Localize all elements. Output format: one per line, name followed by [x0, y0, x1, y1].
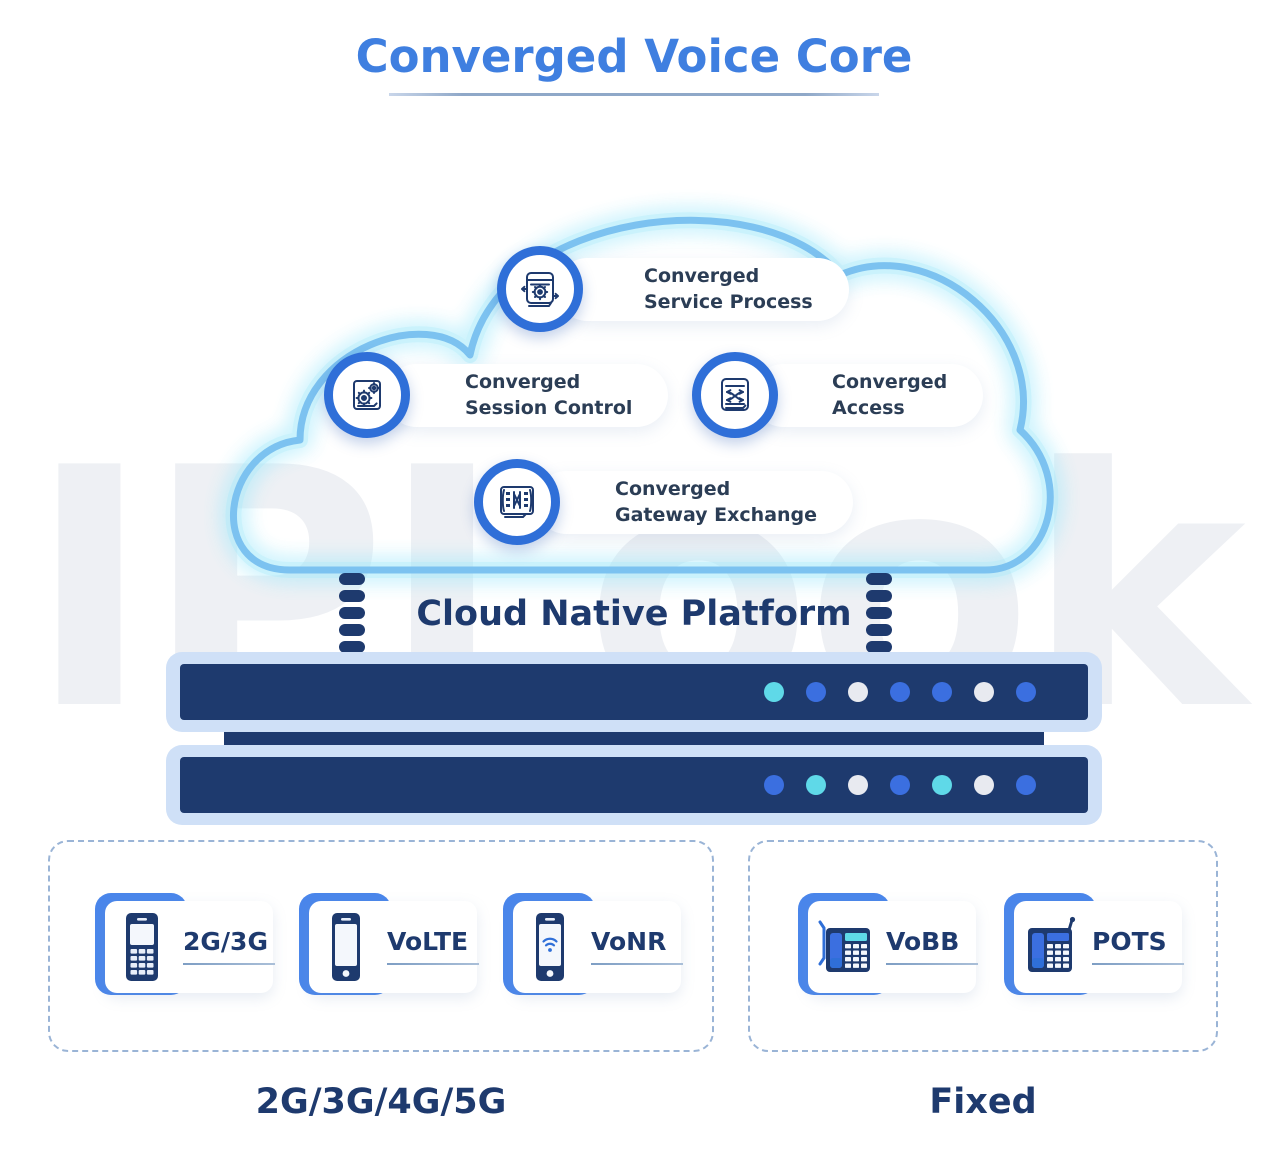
- label-line-2: Session Control: [465, 396, 633, 419]
- server-led: [932, 682, 952, 702]
- page-title: Converged Voice Core: [0, 30, 1268, 96]
- server-top-led-group: [764, 682, 1036, 702]
- cloud-item-converged-session-control[interactable]: Converged Session Control: [385, 364, 669, 427]
- server-rack-spacer: [224, 730, 1044, 746]
- cloud-item-gateway-exchange-label: Converged Gateway Exchange: [615, 477, 817, 528]
- cloud-item-converged-gateway-exchange[interactable]: Converged Gateway Exchange: [535, 471, 854, 534]
- label-line-1: Converged: [615, 478, 731, 501]
- connector-segment: [339, 573, 365, 585]
- server-rack-bottom: [166, 745, 1102, 825]
- server-led: [974, 775, 994, 795]
- diagram-canvas: IPLook Converged Voice Core Converged Se…: [0, 0, 1268, 1157]
- cloud-item-session-control-label: Converged Session Control: [465, 370, 632, 421]
- cloud-item-access-label: Converged Access: [832, 370, 947, 421]
- server-led: [806, 682, 826, 702]
- server-led: [848, 775, 868, 795]
- connector-segment: [866, 573, 892, 585]
- service-process-icon: [497, 246, 583, 332]
- server-led: [1016, 682, 1036, 702]
- server-led: [764, 775, 784, 795]
- page-title-text: Converged Voice Core: [355, 30, 913, 83]
- cloud-item-converged-access[interactable]: Converged Access: [752, 364, 984, 427]
- cloud-native-platform-label: Cloud Native Platform: [416, 594, 852, 634]
- session-control-icon: [324, 352, 410, 438]
- label-line-1: Converged: [832, 371, 948, 394]
- server-rack-top: [166, 652, 1102, 732]
- cloud-item-converged-service-process[interactable]: Converged Service Process: [556, 258, 849, 321]
- server-bottom-led-group: [764, 775, 1036, 795]
- cloud-item-service-process-label: Converged Service Process: [644, 264, 813, 315]
- server-led: [890, 682, 910, 702]
- access-group-fixed-title: Fixed: [929, 1082, 1037, 1122]
- server-led: [764, 682, 784, 702]
- server-led: [806, 775, 826, 795]
- server-led: [890, 775, 910, 795]
- server-rack-bottom-chassis: [180, 757, 1088, 813]
- label-line-2: Access: [832, 396, 905, 419]
- server-led: [1016, 775, 1036, 795]
- server-led: [974, 682, 994, 702]
- access-group-fixed: [748, 840, 1218, 1052]
- label-line-2: Gateway Exchange: [615, 503, 818, 526]
- server-led: [932, 775, 952, 795]
- title-underline: [389, 93, 879, 96]
- server-led: [848, 682, 868, 702]
- label-line-2: Service Process: [644, 290, 813, 313]
- converged-access-icon: [692, 352, 778, 438]
- access-group-mobile-title: 2G/3G/4G/5G: [255, 1082, 507, 1122]
- label-line-1: Converged: [644, 265, 760, 288]
- access-group-mobile: [48, 840, 714, 1052]
- label-line-1: Converged: [465, 371, 581, 394]
- server-rack-top-chassis: [180, 664, 1088, 720]
- gateway-exchange-icon: [474, 459, 560, 545]
